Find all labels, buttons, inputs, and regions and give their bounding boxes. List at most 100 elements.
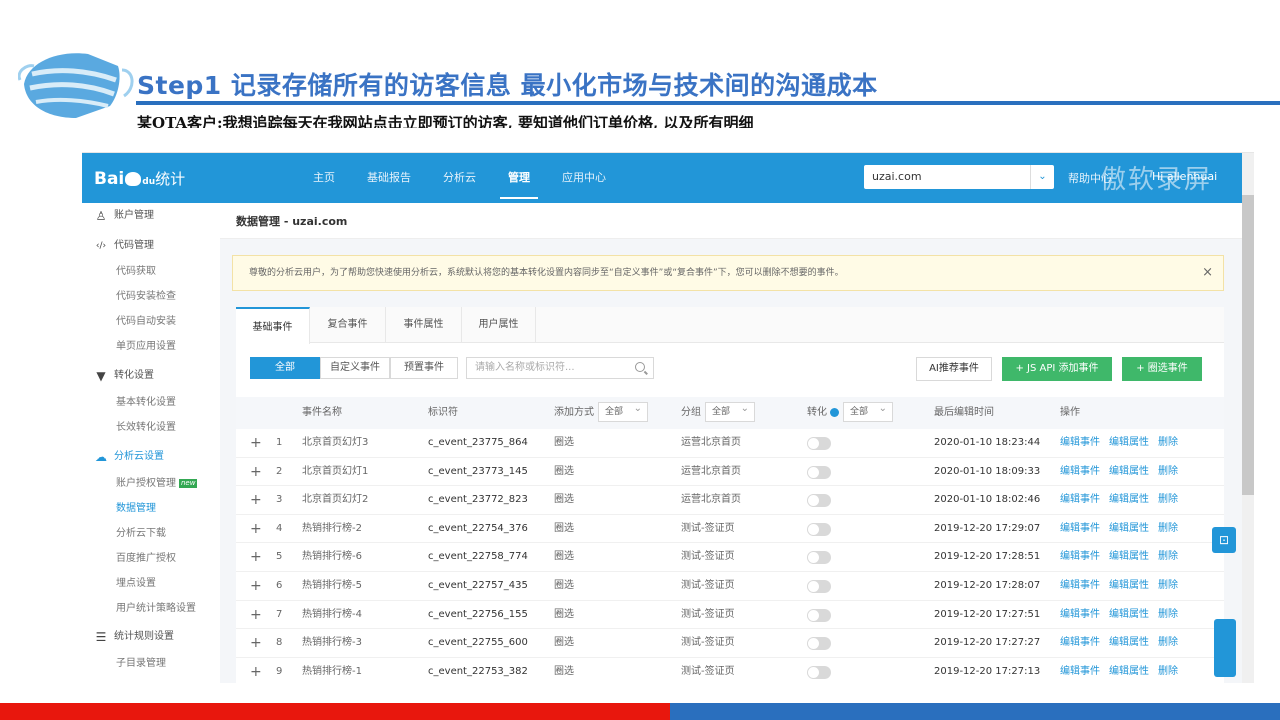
- add-method: 圈选: [554, 608, 574, 620]
- help-icon[interactable]: [830, 407, 839, 417]
- edit-event-link[interactable]: 编辑事件: [1060, 543, 1100, 571]
- domain-select[interactable]: uzai.com ⌄: [864, 165, 1054, 189]
- js-api-add-button[interactable]: + JS API 添加事件: [1002, 357, 1112, 381]
- row-number: 7: [276, 608, 283, 620]
- edit-property-link[interactable]: 编辑属性: [1109, 429, 1149, 457]
- sidebar-item-cloud[interactable]: ☁ 分析云设置: [82, 446, 220, 468]
- edit-property-link[interactable]: 编辑属性: [1109, 658, 1149, 683]
- delete-link[interactable]: 删除: [1158, 572, 1178, 600]
- tab-basic-events[interactable]: 基础事件: [236, 307, 310, 344]
- tab-user-properties[interactable]: 用户属性: [462, 307, 536, 343]
- sidebar-item-subdir[interactable]: 子目录管理: [82, 653, 220, 675]
- delete-link[interactable]: 删除: [1158, 486, 1178, 514]
- filter-custom[interactable]: 自定义事件: [320, 357, 390, 379]
- edit-event-link[interactable]: 编辑事件: [1060, 515, 1100, 543]
- edit-property-link[interactable]: 编辑属性: [1109, 515, 1149, 543]
- edit-property-link[interactable]: 编辑属性: [1109, 543, 1149, 571]
- chat-icon[interactable]: ⊡: [1212, 527, 1236, 553]
- sidebar-item-conversion[interactable]: ▼ 转化设置: [82, 365, 220, 387]
- tab-event-properties[interactable]: 事件属性: [386, 307, 462, 343]
- last-edited-time: 2020-01-10 18:09:33: [934, 465, 1041, 477]
- conversion-toggle[interactable]: [807, 608, 831, 622]
- edit-property-link[interactable]: 编辑属性: [1109, 486, 1149, 514]
- expand-icon[interactable]: +: [250, 458, 262, 486]
- edit-event-link[interactable]: 编辑事件: [1060, 658, 1100, 683]
- edit-property-link[interactable]: 编辑属性: [1109, 601, 1149, 629]
- sidebar-item-code-auto[interactable]: 代码自动安装: [82, 311, 220, 333]
- delete-link[interactable]: 删除: [1158, 458, 1178, 486]
- filter-all[interactable]: 全部: [250, 357, 320, 379]
- sidebar-item-spa[interactable]: 单页应用设置: [82, 336, 220, 358]
- delete-link[interactable]: 删除: [1158, 515, 1178, 543]
- expand-icon[interactable]: +: [250, 658, 262, 683]
- conversion-toggle[interactable]: [807, 637, 831, 651]
- scrollbar-thumb[interactable]: [1242, 195, 1254, 495]
- delete-link[interactable]: 删除: [1158, 658, 1178, 683]
- sidebar-item-rules[interactable]: ☰ 统计规则设置: [82, 626, 220, 648]
- expand-icon[interactable]: +: [250, 486, 262, 514]
- sidebar-item-basic-conversion[interactable]: 基本转化设置: [82, 392, 220, 414]
- conversion-toggle[interactable]: [807, 551, 831, 565]
- expand-icon[interactable]: +: [250, 543, 262, 571]
- sidebar-item-account[interactable]: ♙ 账户管理: [82, 205, 220, 227]
- filter-preset[interactable]: 预置事件: [390, 357, 458, 379]
- search-input[interactable]: 请输入名称或标识符...: [466, 357, 654, 379]
- conversion-toggle[interactable]: [807, 465, 831, 479]
- footer-blue-bar: [670, 703, 1280, 720]
- delete-link[interactable]: 删除: [1158, 543, 1178, 571]
- circle-select-button[interactable]: + 圈选事件: [1122, 357, 1202, 381]
- conversion-toggle[interactable]: [807, 437, 831, 450]
- sidebar-item-code[interactable]: ‹/› 代码管理: [82, 235, 220, 257]
- close-icon[interactable]: ×: [1202, 256, 1213, 290]
- conversion-toggle[interactable]: [807, 665, 831, 679]
- event-identifier: c_event_23772_823: [428, 494, 528, 506]
- edit-property-link[interactable]: 编辑属性: [1109, 572, 1149, 600]
- sidebar-item-long-conversion[interactable]: 长效转化设置: [82, 417, 220, 439]
- edit-event-link[interactable]: 编辑事件: [1060, 486, 1100, 514]
- edit-event-link[interactable]: 编辑事件: [1060, 458, 1100, 486]
- user-menu[interactable]: Hi allenhuai: [1152, 170, 1217, 183]
- expand-icon[interactable]: +: [250, 629, 262, 657]
- sidebar-item-cloud-download[interactable]: 分析云下载: [82, 523, 220, 545]
- nav-home[interactable]: 主页: [297, 153, 351, 203]
- method-filter-select[interactable]: 全部: [598, 400, 648, 422]
- sidebar-item-promo-auth[interactable]: 百度推广授权: [82, 548, 220, 570]
- sidebar-item-user-policy[interactable]: 用户统计策略设置: [82, 598, 220, 620]
- expand-icon[interactable]: +: [250, 429, 262, 457]
- event-identifier: c_event_23773_145: [428, 465, 528, 477]
- edit-event-link[interactable]: 编辑事件: [1060, 629, 1100, 657]
- conversion-toggle[interactable]: [807, 494, 831, 508]
- edit-property-link[interactable]: 编辑属性: [1109, 458, 1149, 486]
- last-edited-time: 2020-01-10 18:02:46: [934, 494, 1041, 506]
- nav-basic-report[interactable]: 基础报告: [351, 153, 427, 203]
- delete-link[interactable]: 删除: [1158, 629, 1178, 657]
- edit-event-link[interactable]: 编辑事件: [1060, 572, 1100, 600]
- ai-recommend-button[interactable]: AI推荐事件: [916, 357, 992, 381]
- expand-icon[interactable]: +: [250, 515, 262, 543]
- nav-manage[interactable]: 管理: [492, 153, 546, 203]
- sidebar-item-code-get[interactable]: 代码获取: [82, 261, 220, 283]
- conversion-toggle[interactable]: [807, 522, 831, 536]
- edit-event-link[interactable]: 编辑事件: [1060, 429, 1100, 457]
- nav-analytics-cloud[interactable]: 分析云: [427, 153, 492, 203]
- event-name: 热销排行榜-1: [302, 665, 362, 677]
- sidebar-item-tracking[interactable]: 埋点设置: [82, 573, 220, 595]
- baidu-tongji-logo[interactable]: Bai du统计: [94, 168, 185, 189]
- expand-icon[interactable]: +: [250, 601, 262, 629]
- delete-link[interactable]: 删除: [1158, 429, 1178, 457]
- group-filter-select[interactable]: 全部: [705, 400, 755, 422]
- expand-icon[interactable]: +: [250, 572, 262, 600]
- add-method: 圈选: [554, 580, 574, 591]
- row-number: 8: [276, 637, 283, 649]
- sidebar-item-code-check[interactable]: 代码安装检查: [82, 286, 220, 308]
- edit-event-link[interactable]: 编辑事件: [1060, 601, 1100, 629]
- sidebar-item-auth[interactable]: 账户授权管理 new: [82, 473, 220, 495]
- delete-link[interactable]: 删除: [1158, 601, 1178, 629]
- tab-composite-events[interactable]: 复合事件: [310, 307, 386, 343]
- side-tools[interactable]: [1214, 619, 1236, 677]
- nav-app-center[interactable]: 应用中心: [546, 153, 622, 203]
- edit-property-link[interactable]: 编辑属性: [1109, 629, 1149, 657]
- conversion-filter-select[interactable]: 全部: [843, 400, 893, 422]
- sidebar-item-data-manage[interactable]: 数据管理: [82, 498, 220, 520]
- conversion-toggle[interactable]: [807, 580, 831, 593]
